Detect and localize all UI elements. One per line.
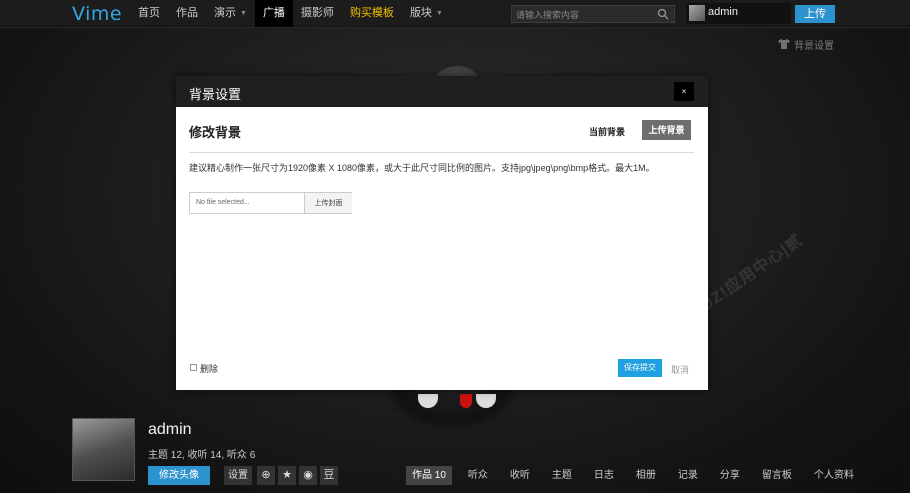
search-input[interactable] (516, 8, 651, 21)
cartoon-detail (460, 394, 472, 408)
chevron-down-icon: ▼ (435, 10, 443, 17)
nav-forums[interactable]: 版块 ▼ (402, 0, 451, 27)
nav-photographers[interactable]: 摄影师 (293, 0, 342, 27)
profile-tab[interactable]: 留言板 (762, 466, 792, 485)
modal-title: 背景设置 (189, 87, 242, 102)
nav-demo-label: 演示 (214, 7, 236, 19)
close-icon[interactable]: × (674, 82, 694, 101)
user-name: admin (708, 6, 738, 18)
profile-tab[interactable]: 作品 10 (406, 466, 452, 485)
nav-works[interactable]: 作品 (168, 0, 206, 27)
banner-cartoon-image (388, 388, 516, 428)
save-button[interactable]: 保存提交 (618, 359, 662, 377)
delete-checkbox[interactable] (190, 364, 197, 371)
main-nav: 首页 作品 演示 ▼ 广播 摄影师 购买模板 版块 ▼ (130, 0, 451, 27)
tab-current-background[interactable]: 当前背景 (589, 125, 625, 138)
weibo-icon[interactable]: ⊕ (257, 466, 275, 485)
profile-tab[interactable]: 主题 (552, 466, 572, 485)
modal-header: 背景设置 × (176, 76, 708, 107)
nav-forums-label: 版块 (409, 7, 432, 19)
nav-home[interactable]: 首页 (130, 0, 168, 27)
upload-button[interactable]: 上传 (795, 5, 835, 23)
modal-heading: 修改背景 (189, 125, 242, 140)
profile-stats: 主题 12, 收听 14, 听众 6 (148, 450, 256, 461)
nav-broadcast[interactable]: 广播 (254, 0, 293, 27)
settings-button[interactable]: 设置 (224, 466, 252, 485)
profile-name: admin (148, 421, 192, 438)
search-box (511, 5, 675, 23)
nav-buy-template[interactable]: 购买模板 (342, 0, 402, 27)
file-input[interactable]: No file selected... 上传封面 (189, 192, 352, 214)
nav-works-label: 作品 (176, 7, 198, 19)
upload-cover-button[interactable]: 上传封面 (304, 193, 352, 213)
cancel-button[interactable]: 取消 (671, 363, 689, 376)
edit-avatar-button[interactable]: 修改头像 (148, 466, 210, 485)
renren-icon[interactable]: ◉ (299, 466, 317, 485)
background-settings-modal: 背景设置 × 修改背景 当前背景 上传背景 建议精心制作一张尺寸为1920像素 … (176, 76, 708, 390)
cartoon-eye (418, 394, 438, 408)
site-logo[interactable]: Vime (72, 3, 122, 25)
user-avatar (689, 5, 705, 21)
profile-tab[interactable]: 记录 (678, 466, 698, 485)
profile-tab[interactable]: 个人资料 (814, 466, 854, 485)
profile-tabs: 作品 10 听众 收听 主题 日志 相册 记录 分享 留言板 个人资料 (406, 466, 876, 485)
user-menu[interactable]: admin (686, 3, 791, 24)
profile-tab[interactable]: 收听 (510, 466, 530, 485)
upload-instructions: 建议精心制作一张尺寸为1920像素 X 1080像素，或大于此尺寸同比例的图片。… (189, 163, 655, 173)
nav-home-label: 首页 (138, 7, 160, 19)
profile-tab[interactable]: 分享 (720, 466, 740, 485)
nav-demo[interactable]: 演示 ▼ (206, 0, 255, 27)
profile-tab[interactable]: 听众 (468, 466, 488, 485)
top-navbar: Vime 首页作品演示▼广播摄影师购买模板版块▼ admin 上传 (0, 0, 910, 27)
cartoon-eye (476, 394, 496, 408)
nav-buy-template-label: 购买模板 (349, 7, 394, 19)
nav-photographers-label: 摄影师 (300, 7, 334, 19)
profile-tab[interactable]: 日志 (594, 466, 614, 485)
delete-label[interactable]: 删除 (200, 362, 218, 375)
star-icon[interactable]: ★ (278, 466, 296, 485)
search-icon[interactable] (657, 8, 669, 20)
profile-avatar (72, 418, 135, 481)
profile-tab[interactable]: 相册 (636, 466, 656, 485)
file-input-text: No file selected... (196, 199, 250, 206)
douban-icon[interactable]: 豆 (320, 466, 338, 485)
chevron-down-icon: ▼ (240, 10, 247, 17)
nav-broadcast-label: 广播 (262, 7, 285, 19)
tab-upload-background[interactable]: 上传背景 (642, 120, 691, 140)
divider (189, 152, 694, 153)
